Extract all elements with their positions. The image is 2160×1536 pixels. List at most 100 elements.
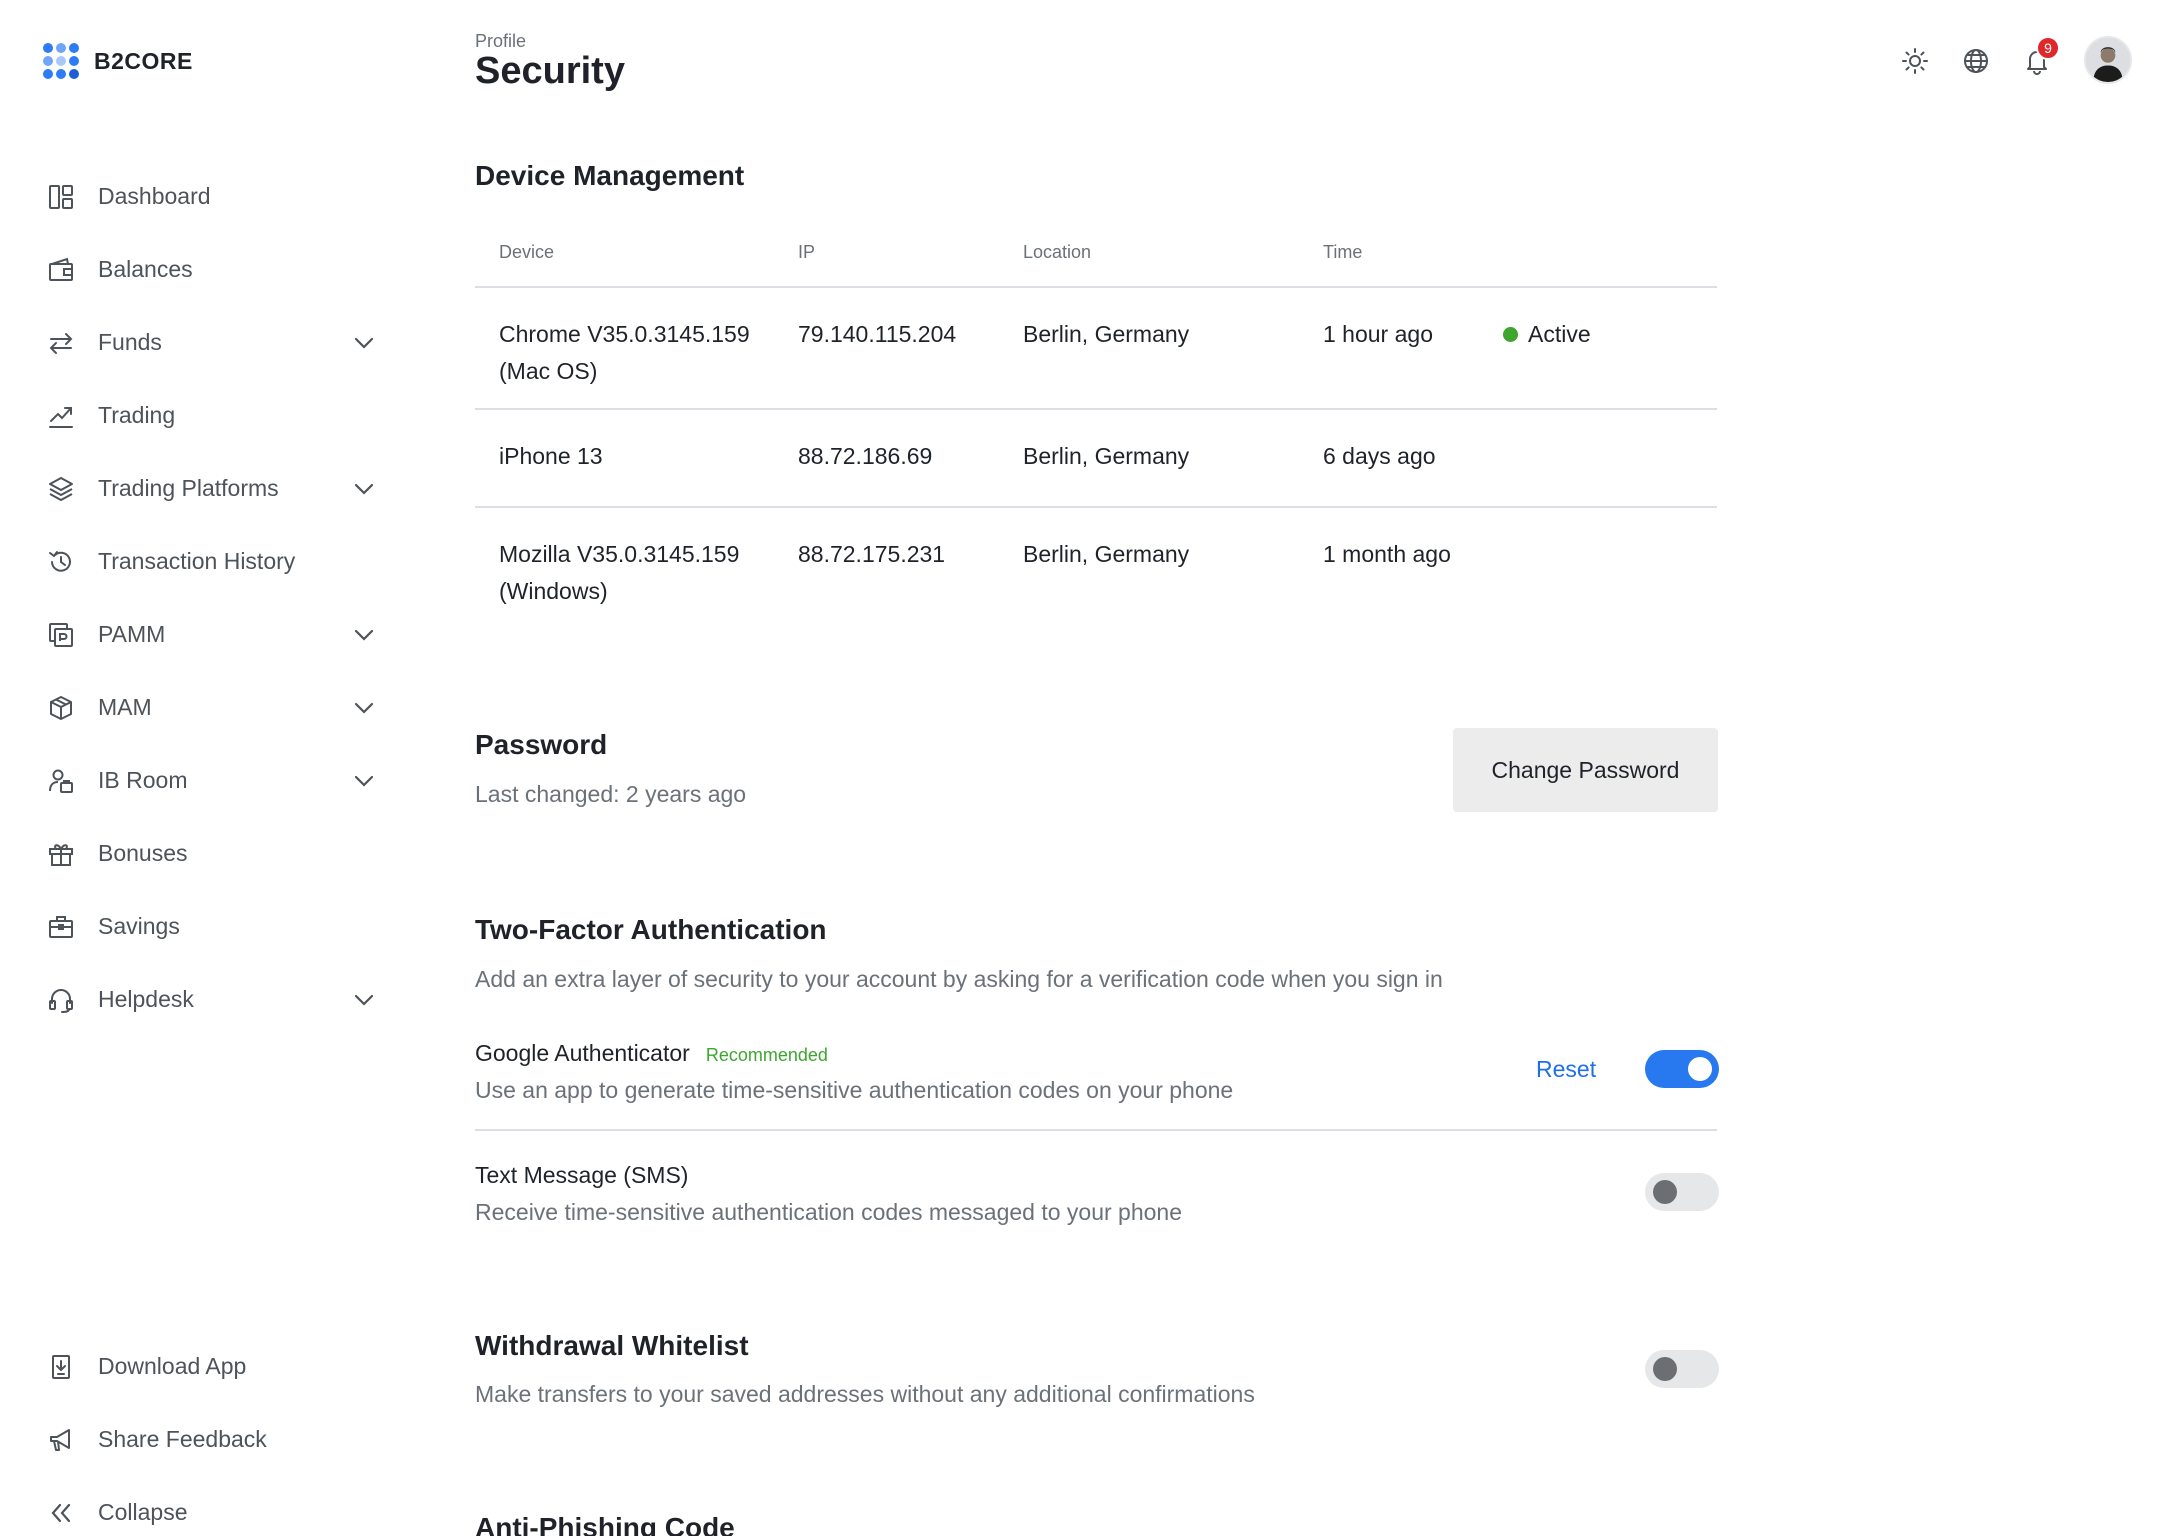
chevron-down-icon[interactable] bbox=[350, 475, 378, 503]
withdrawal-whitelist-toggle[interactable] bbox=[1645, 1350, 1719, 1388]
withdrawal-whitelist-description: Make transfers to your saved addresses w… bbox=[475, 1381, 1255, 1407]
recommended-tag: Recommended bbox=[705, 1045, 828, 1065]
google-authenticator-row: Google Authenticator Recommended bbox=[475, 1040, 828, 1067]
device-location: Berlin, Germany bbox=[1023, 541, 1190, 567]
table-header: Device IP Location Time bbox=[475, 230, 1717, 288]
chevron-down-icon[interactable] bbox=[350, 694, 378, 722]
sun-icon bbox=[1902, 48, 1928, 74]
device-location: Berlin, Germany bbox=[1023, 443, 1190, 469]
dashboard-icon bbox=[46, 182, 76, 212]
chevron-down-icon[interactable] bbox=[350, 621, 378, 649]
two-factor-description: Add an extra layer of security to your a… bbox=[475, 966, 1443, 992]
theme-toggle-button[interactable] bbox=[1898, 44, 1932, 78]
sms-description: Receive time-sensitive authentication co… bbox=[475, 1199, 1183, 1225]
sidebar-item-label: IB Room bbox=[98, 767, 188, 793]
google-authenticator-title: Google Authenticator bbox=[475, 1040, 690, 1066]
chevron-down-icon[interactable] bbox=[350, 986, 378, 1014]
sidebar-item-label: Savings bbox=[98, 913, 180, 939]
google-authenticator-description: Use an app to generate time-sensitive au… bbox=[475, 1077, 1234, 1103]
box-icon bbox=[46, 693, 76, 723]
breadcrumb[interactable]: Profile bbox=[475, 31, 526, 52]
download-app-icon bbox=[46, 1352, 76, 1382]
sms-toggle[interactable] bbox=[1645, 1173, 1719, 1211]
briefcase-icon bbox=[46, 912, 76, 942]
google-authenticator-toggle[interactable] bbox=[1645, 1050, 1719, 1088]
sidebar-item-transaction-history[interactable]: Transaction History bbox=[0, 525, 430, 598]
column-header-device: Device bbox=[499, 242, 555, 262]
sidebar-item-label: Download App bbox=[98, 1353, 247, 1379]
chevron-down-icon[interactable] bbox=[350, 329, 378, 357]
sidebar-item-label: Trading bbox=[98, 402, 176, 428]
column-header-ip: IP bbox=[798, 242, 816, 262]
status-label: Active bbox=[1528, 321, 1591, 347]
pamm-icon bbox=[46, 620, 76, 650]
sidebar-item-collapse[interactable]: Collapse bbox=[0, 1476, 430, 1536]
sidebar-item-label: Transaction History bbox=[98, 548, 296, 574]
device-location: Berlin, Germany bbox=[1023, 321, 1190, 347]
sidebar-item-balances[interactable]: Balances bbox=[0, 233, 430, 306]
status-badge: Active bbox=[1503, 316, 1591, 353]
sidebar-item-label: Share Feedback bbox=[98, 1426, 267, 1452]
sidebar-item-label: Collapse bbox=[98, 1499, 188, 1525]
sidebar-item-helpdesk[interactable]: Helpdesk bbox=[0, 963, 430, 1036]
sidebar-item-trading[interactable]: Trading bbox=[0, 379, 430, 452]
table-row: Mozilla V35.0.3145.159 (Windows) 88.72.1… bbox=[475, 508, 1717, 630]
column-header-time: Time bbox=[1323, 242, 1363, 262]
divider bbox=[475, 1129, 1717, 1131]
sidebar-item-ib-room[interactable]: IB Room bbox=[0, 744, 430, 817]
sidebar-item-label: Bonuses bbox=[98, 840, 188, 866]
device-time: 1 hour ago bbox=[1323, 321, 1433, 347]
change-password-button[interactable]: Change Password bbox=[1453, 728, 1718, 812]
sidebar-item-share-feedback[interactable]: Share Feedback bbox=[0, 1403, 430, 1476]
sidebar-item-label: Balances bbox=[98, 256, 193, 282]
sidebar-item-funds[interactable]: Funds bbox=[0, 306, 430, 379]
two-factor-title: Two-Factor Authentication bbox=[475, 914, 827, 945]
sidebar: B2CORE Dashboard Balances Funds Trading … bbox=[0, 0, 430, 1536]
device-time: 1 month ago bbox=[1323, 541, 1451, 567]
trend-chart-icon bbox=[46, 401, 76, 431]
device-name-line1: iPhone 13 bbox=[499, 443, 603, 469]
device-management-title: Device Management bbox=[475, 160, 745, 191]
sidebar-item-pamm[interactable]: PAMM bbox=[0, 598, 430, 671]
sms-title: Text Message (SMS) bbox=[475, 1162, 689, 1188]
device-name-line2: (Mac OS) bbox=[499, 358, 598, 384]
user-avatar-icon bbox=[2086, 38, 2130, 82]
status-dot bbox=[1503, 327, 1518, 342]
sidebar-item-label: Trading Platforms bbox=[98, 475, 279, 501]
double-chevron-left-icon bbox=[46, 1498, 76, 1528]
sidebar-item-trading-platforms[interactable]: Trading Platforms bbox=[0, 452, 430, 525]
toggle-knob bbox=[1653, 1357, 1677, 1381]
table-row: Chrome V35.0.3145.159 (Mac OS) 79.140.11… bbox=[475, 288, 1717, 410]
device-time: 6 days ago bbox=[1323, 443, 1436, 469]
sidebar-item-label: PAMM bbox=[98, 621, 166, 647]
sidebar-item-mam[interactable]: MAM bbox=[0, 671, 430, 744]
history-icon bbox=[46, 547, 76, 577]
sidebar-item-download-app[interactable]: Download App bbox=[0, 1330, 430, 1403]
logo-text: B2CORE bbox=[94, 47, 193, 74]
page-title: Security bbox=[475, 50, 625, 92]
sidebar-item-bonuses[interactable]: Bonuses bbox=[0, 817, 430, 890]
password-last-changed: Last changed: 2 years ago bbox=[475, 781, 747, 807]
reset-link[interactable]: Reset bbox=[1536, 1056, 1596, 1083]
ib-room-icon bbox=[46, 766, 76, 796]
device-name-line2: (Windows) bbox=[499, 578, 608, 604]
anti-phishing-title: Anti-Phishing Code bbox=[475, 1512, 735, 1536]
toggle-knob bbox=[1688, 1057, 1712, 1081]
table-row: iPhone 13 88.72.186.69 Berlin, Germany 6… bbox=[475, 410, 1717, 508]
device-name-line1: Chrome V35.0.3145.159 bbox=[499, 321, 750, 347]
avatar[interactable] bbox=[2084, 36, 2132, 84]
device-name: Chrome V35.0.3145.159 (Mac OS) bbox=[499, 316, 779, 390]
toggle-knob bbox=[1653, 1180, 1677, 1204]
chevron-down-icon[interactable] bbox=[350, 767, 378, 795]
sidebar-item-dashboard[interactable]: Dashboard bbox=[0, 160, 430, 233]
wallet-icon bbox=[46, 255, 76, 285]
sidebar-item-label: Helpdesk bbox=[98, 986, 194, 1012]
column-header-location: Location bbox=[1023, 242, 1092, 262]
device-name: Mozilla V35.0.3145.159 (Windows) bbox=[499, 536, 779, 610]
language-button[interactable] bbox=[1959, 44, 1993, 78]
logo[interactable]: B2CORE bbox=[42, 42, 193, 80]
sidebar-item-label: Dashboard bbox=[98, 183, 211, 209]
sidebar-item-savings[interactable]: Savings bbox=[0, 890, 430, 963]
sidebar-item-label: Funds bbox=[98, 329, 162, 355]
device-table: Device IP Location Time Chrome V35.0.314… bbox=[475, 230, 1717, 630]
